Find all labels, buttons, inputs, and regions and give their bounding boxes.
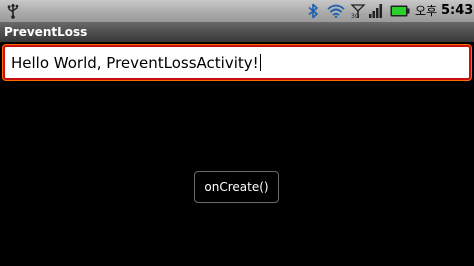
- text-cursor: [259, 54, 261, 71]
- title-bar: PreventLoss: [0, 22, 474, 42]
- bluetooth-icon: [308, 3, 318, 19]
- text-input-value: Hello World, PreventLossActivity!: [11, 53, 261, 73]
- status-bar: 3G 오후 5:43: [0, 0, 474, 22]
- svg-text:3G: 3G: [351, 13, 360, 19]
- usb-icon: [7, 3, 19, 19]
- clock-ampm: 오후: [415, 4, 438, 18]
- text-input[interactable]: Hello World, PreventLossActivity!: [3, 45, 471, 80]
- clock-time: 5:43: [441, 3, 474, 18]
- wifi-icon: [327, 4, 345, 18]
- cell-bars-icon: [369, 4, 382, 18]
- battery-icon: [390, 5, 410, 17]
- text-input-content: Hello World, PreventLossActivity!: [11, 54, 259, 72]
- signal-icon: 3G: [350, 4, 366, 19]
- app-title: PreventLoss: [4, 25, 88, 39]
- oncreate-button[interactable]: onCreate(): [194, 171, 279, 203]
